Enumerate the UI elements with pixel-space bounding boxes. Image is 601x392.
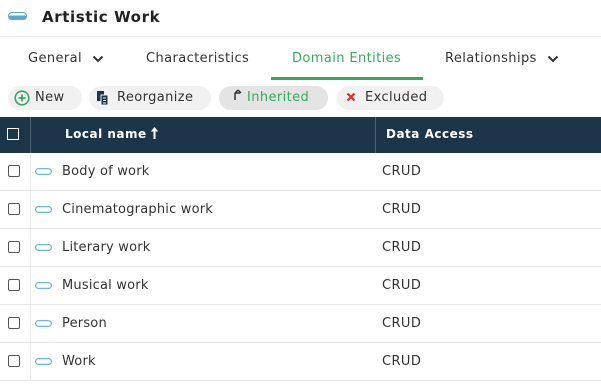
- entity-name: Musical work: [62, 278, 149, 293]
- column-divider: [30, 191, 31, 228]
- column-divider: [30, 229, 31, 266]
- data-access-value: CRUD: [382, 202, 422, 217]
- table-row[interactable]: Musical work CRUD: [0, 267, 601, 305]
- entity-pill-icon: [35, 358, 52, 365]
- tab-domain-entities[interactable]: Domain Entities: [292, 37, 401, 81]
- toolbar: New Reorganize Inherited Excluded: [0, 84, 601, 112]
- row-checkbox[interactable]: [8, 355, 20, 367]
- data-access-value: CRUD: [382, 316, 422, 331]
- tab-domain-entities-label: Domain Entities: [292, 51, 402, 66]
- title-bar: Artistic Work: [0, 0, 601, 36]
- column-divider: [30, 153, 31, 190]
- row-checkbox[interactable]: [8, 317, 20, 329]
- row-checkbox[interactable]: [8, 241, 20, 253]
- tab-general-label: General: [28, 51, 83, 66]
- page-title: Artistic Work: [42, 8, 161, 26]
- entity-pill-icon: [35, 206, 52, 213]
- data-access-value: CRUD: [382, 164, 422, 179]
- select-all-checkbox[interactable]: [7, 128, 19, 140]
- close-x-icon: [346, 92, 356, 102]
- row-checkbox[interactable]: [8, 203, 20, 215]
- entity-name: Cinematographic work: [62, 202, 214, 217]
- column-divider: [30, 117, 31, 153]
- inherited-button-label: Inherited: [247, 90, 310, 105]
- entity-name: Literary work: [62, 240, 151, 255]
- row-checkbox[interactable]: [8, 279, 20, 291]
- column-divider: [30, 267, 31, 304]
- entity-pill-icon: [35, 320, 52, 327]
- data-access-value: CRUD: [382, 240, 422, 255]
- table-row[interactable]: Literary work CRUD: [0, 229, 601, 267]
- tab-characteristics[interactable]: Characteristics: [146, 37, 249, 81]
- entity-pill-icon: [8, 12, 27, 20]
- row-checkbox[interactable]: [8, 165, 20, 177]
- inherited-button[interactable]: Inherited: [219, 86, 328, 110]
- excluded-button[interactable]: Excluded: [337, 86, 444, 110]
- table-body: Body of work CRUD Cinematographic work C…: [0, 153, 601, 381]
- reorganize-button-label: Reorganize: [117, 90, 194, 105]
- tab-general[interactable]: General: [28, 37, 104, 81]
- tab-relationships[interactable]: Relationships: [445, 37, 559, 81]
- column-divider: [30, 343, 31, 380]
- entity-name: Body of work: [62, 164, 150, 179]
- reorganize-icon: [97, 91, 109, 106]
- table-row[interactable]: Person CRUD: [0, 305, 601, 343]
- column-header-local-name[interactable]: Local name: [65, 127, 147, 141]
- chevron-down-icon: [547, 55, 558, 62]
- tab-characteristics-label: Characteristics: [146, 51, 250, 66]
- data-access-value: CRUD: [382, 278, 422, 293]
- column-divider: [30, 305, 31, 342]
- table-header: Local name Data Access: [0, 117, 601, 153]
- tab-bar: General Characteristics Domain Entities …: [0, 36, 601, 81]
- chevron-down-icon: [92, 55, 104, 62]
- sort-ascending-icon[interactable]: [150, 126, 159, 140]
- column-header-data-access[interactable]: Data Access: [386, 127, 474, 141]
- inherit-arrow-icon: [234, 89, 242, 100]
- data-access-value: CRUD: [382, 354, 422, 369]
- add-circle-icon: [14, 90, 30, 106]
- entity-name: Person: [62, 316, 107, 331]
- entity-pill-icon: [35, 282, 52, 289]
- tab-relationships-label: Relationships: [445, 51, 537, 66]
- reorganize-button[interactable]: Reorganize: [89, 86, 211, 110]
- entity-pill-icon: [35, 244, 52, 251]
- entity-name: Work: [62, 354, 96, 369]
- new-button-label: New: [35, 90, 65, 105]
- table-row[interactable]: Work CRUD: [0, 343, 601, 381]
- table-row[interactable]: Body of work CRUD: [0, 153, 601, 191]
- table-row[interactable]: Cinematographic work CRUD: [0, 191, 601, 229]
- excluded-button-label: Excluded: [365, 90, 428, 105]
- active-tab-indicator: [271, 77, 423, 80]
- entity-pill-icon: [35, 168, 52, 175]
- new-button[interactable]: New: [8, 86, 82, 110]
- column-resize-handle[interactable]: [375, 117, 376, 153]
